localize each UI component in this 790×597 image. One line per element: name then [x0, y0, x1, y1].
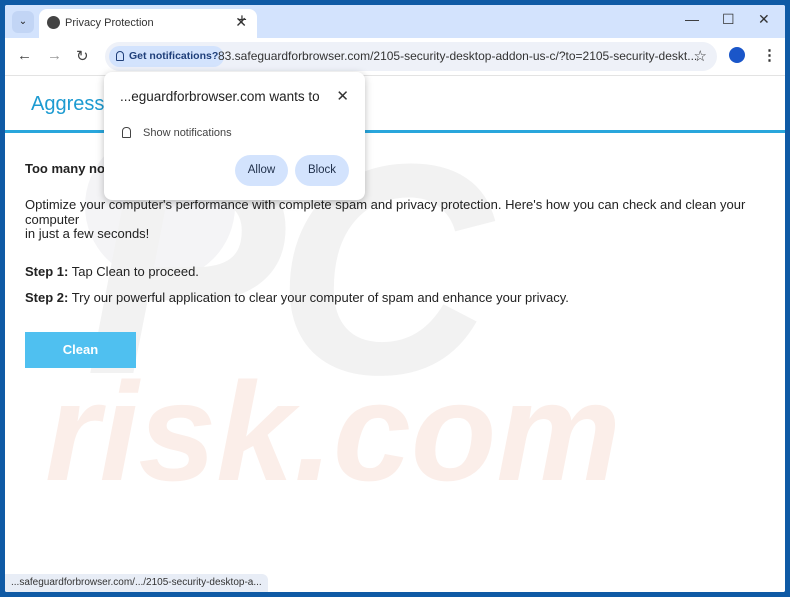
- popup-close-icon[interactable]: ✕: [336, 87, 349, 105]
- back-icon[interactable]: ←: [17, 47, 32, 64]
- step-1-text: Tap Clean to proceed.: [68, 264, 199, 279]
- intro-line-2: in just a few seconds!: [25, 226, 150, 241]
- tab-privacy-protection[interactable]: Privacy Protection ✕: [39, 9, 257, 38]
- subheading: Too many not: [25, 161, 110, 176]
- browser-window: ⌄ Privacy Protection ✕ + — ☐ ✕ ← → ↻ Get…: [5, 5, 785, 592]
- bookmark-star-icon[interactable]: ☆: [694, 47, 707, 65]
- step-2-text: Try our powerful application to clear yo…: [68, 290, 569, 305]
- watermark-risk: risk.com: [45, 353, 621, 510]
- close-window-button[interactable]: ✕: [758, 11, 770, 28]
- address-bar[interactable]: Get notifications? 83.safeguardforbrowse…: [105, 42, 717, 71]
- url-text[interactable]: 83.safeguardforbrowser.com/2105-security…: [218, 49, 697, 63]
- page-heading: Aggressi: [31, 93, 109, 115]
- notification-permission-popup: ...eguardforbrowser.com wants to ✕ Show …: [104, 72, 365, 200]
- bell-icon: [122, 127, 131, 138]
- step-2: Step 2: Try our powerful application to …: [25, 290, 569, 305]
- intro-line-1: Optimize your computer's performance wit…: [25, 197, 746, 227]
- block-button[interactable]: Block: [295, 155, 349, 186]
- toolbar: ← → ↻ Get notifications? 83.safeguardfor…: [5, 38, 785, 76]
- clean-button[interactable]: Clean: [25, 332, 136, 368]
- new-tab-button[interactable]: +: [237, 10, 247, 30]
- profile-avatar[interactable]: [729, 47, 745, 63]
- tab-bar: ⌄ Privacy Protection ✕ + — ☐ ✕: [5, 5, 785, 38]
- tab-title: Privacy Protection: [65, 17, 154, 29]
- step-1: Step 1: Tap Clean to proceed.: [25, 264, 199, 279]
- tab-list-button[interactable]: ⌄: [12, 11, 34, 33]
- step-2-label: Step 2:: [25, 290, 69, 305]
- chip-label: Get notifications?: [129, 50, 219, 62]
- reload-icon[interactable]: ↻: [76, 47, 89, 65]
- globe-icon: [47, 16, 60, 29]
- maximize-button[interactable]: ☐: [722, 11, 735, 28]
- popup-title: ...eguardforbrowser.com wants to: [120, 89, 320, 104]
- menu-icon[interactable]: ⋮: [762, 46, 777, 64]
- minimize-button[interactable]: —: [685, 11, 699, 27]
- notification-chip[interactable]: Get notifications?: [109, 46, 225, 67]
- bell-icon: [116, 51, 124, 61]
- step-1-label: Step 1:: [25, 264, 69, 279]
- status-bar-url: ...safeguardforbrowser.com/.../2105-secu…: [5, 574, 268, 592]
- forward-icon[interactable]: →: [47, 47, 62, 64]
- permission-text: Show notifications: [143, 127, 232, 139]
- allow-button[interactable]: Allow: [235, 155, 288, 186]
